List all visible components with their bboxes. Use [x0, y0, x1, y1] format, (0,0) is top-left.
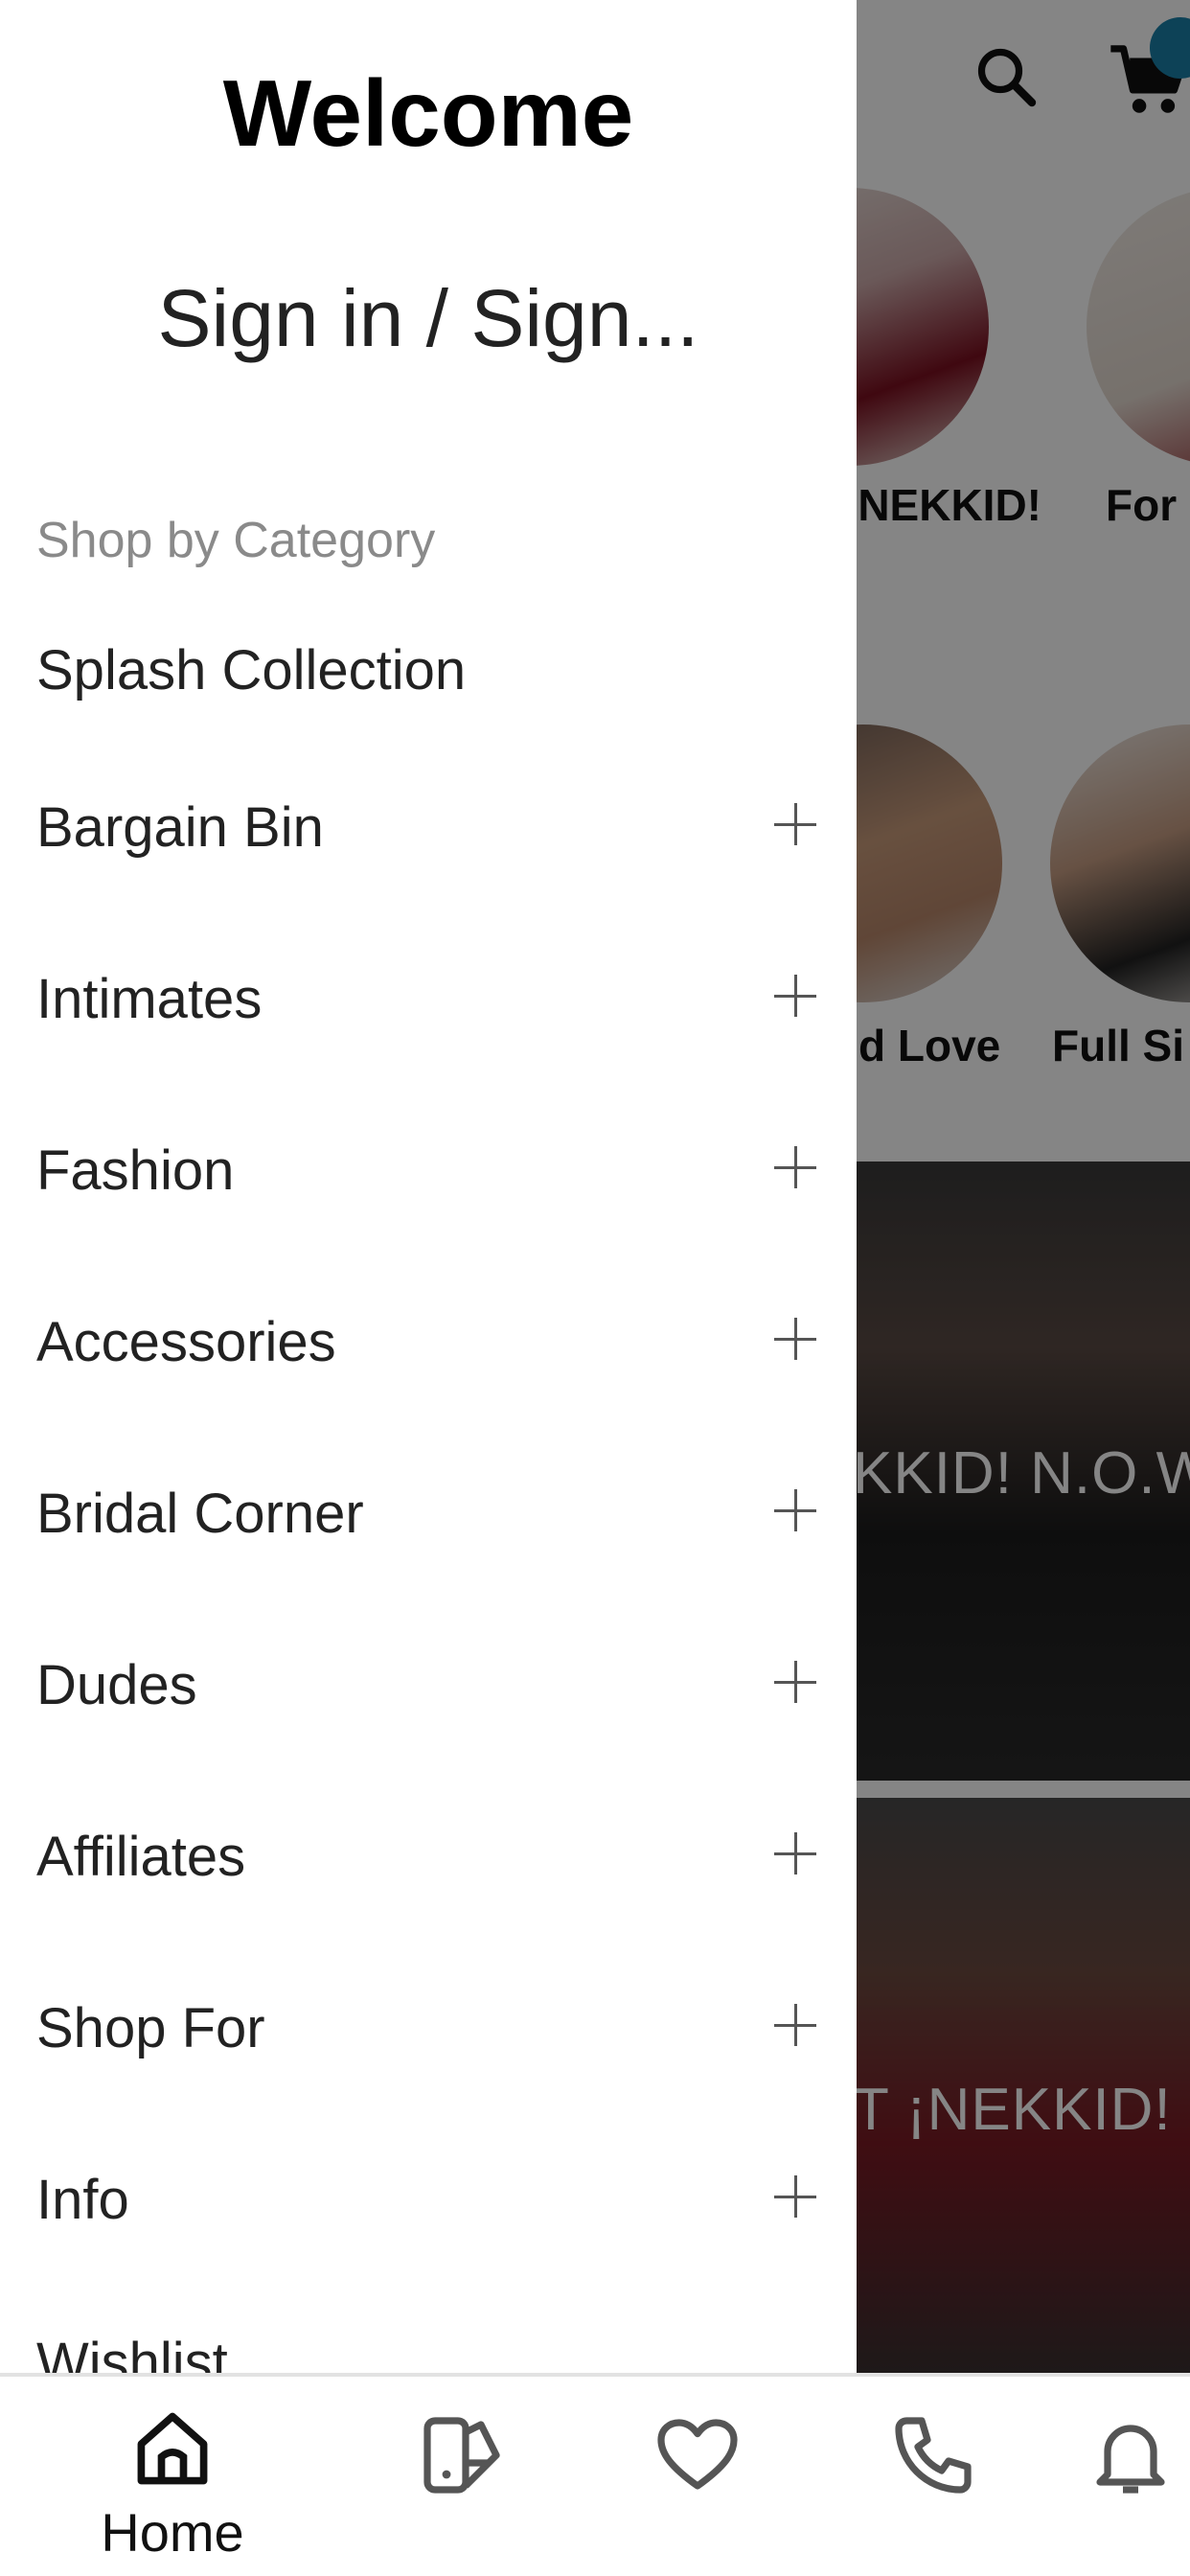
- menu-item-intimates[interactable]: Intimates: [0, 946, 857, 1051]
- menu-item-accessories[interactable]: Accessories: [0, 1289, 857, 1394]
- menu-item-fashion[interactable]: Fashion: [0, 1117, 857, 1223]
- menu-item-label: Affiliates: [36, 1826, 246, 1888]
- drawer-title: Welcome: [222, 60, 634, 166]
- home-icon: [137, 2412, 208, 2485]
- menu-item-label: Bridal Corner: [36, 1483, 364, 1545]
- menu-item-affiliates[interactable]: Affiliates: [0, 1804, 857, 1909]
- catalog-icon: [423, 2417, 500, 2494]
- plus-icon[interactable]: [774, 1661, 816, 1703]
- nav-item-home[interactable]: Home: [77, 2405, 268, 2568]
- nav-item-notifications[interactable]: [1073, 2405, 1190, 2568]
- nav-item-label: Home: [101, 2502, 244, 2563]
- plus-icon[interactable]: [774, 975, 816, 1017]
- bottom-nav: Home: [0, 2373, 1190, 2576]
- navigation-drawer: Welcome Sign in / Sign... Shop by Catego…: [0, 0, 857, 2373]
- menu-item-label: Fashion: [36, 1139, 235, 1202]
- menu-item-shop-for[interactable]: Shop For: [0, 1975, 857, 2081]
- plus-icon[interactable]: [774, 2175, 816, 2218]
- phone-icon: [895, 2417, 972, 2494]
- bell-icon: [1096, 2425, 1165, 2494]
- menu-item-label: Intimates: [36, 968, 263, 1030]
- menu-item-bargain-bin[interactable]: Bargain Bin: [0, 774, 857, 880]
- plus-icon[interactable]: [774, 1146, 816, 1188]
- heart-icon: [657, 2419, 738, 2490]
- menu-item-info[interactable]: Info: [0, 2147, 857, 2252]
- menu-item-label: Splash Collection: [36, 639, 467, 702]
- section-title: Shop by Category: [36, 513, 436, 568]
- signin-link[interactable]: Sign in / Sign...: [0, 272, 857, 365]
- menu-item-splash-collection[interactable]: Splash Collection: [0, 617, 857, 723]
- menu-item-dudes[interactable]: Dudes: [0, 1632, 857, 1737]
- plus-icon[interactable]: [774, 1318, 816, 1360]
- menu-item-label: Shop For: [36, 1997, 265, 2059]
- plus-icon[interactable]: [774, 1832, 816, 1874]
- plus-icon[interactable]: [774, 803, 816, 845]
- menu-item-bridal-corner[interactable]: Bridal Corner: [0, 1460, 857, 1566]
- menu-item-label: Info: [36, 2169, 129, 2231]
- menu-item-wishlist[interactable]: Wishlist: [0, 2310, 857, 2373]
- menu-item-label: Wishlist: [36, 2332, 228, 2373]
- plus-icon[interactable]: [774, 2004, 816, 2046]
- menu-item-label: Bargain Bin: [36, 796, 324, 859]
- menu-item-label: Dudes: [36, 1654, 197, 1716]
- menu-item-label: Accessories: [36, 1311, 336, 1373]
- nav-item-wishlist[interactable]: [602, 2405, 793, 2568]
- nav-item-contact[interactable]: [837, 2405, 1029, 2568]
- plus-icon[interactable]: [774, 1489, 816, 1531]
- nav-item-catalog[interactable]: [366, 2405, 558, 2568]
